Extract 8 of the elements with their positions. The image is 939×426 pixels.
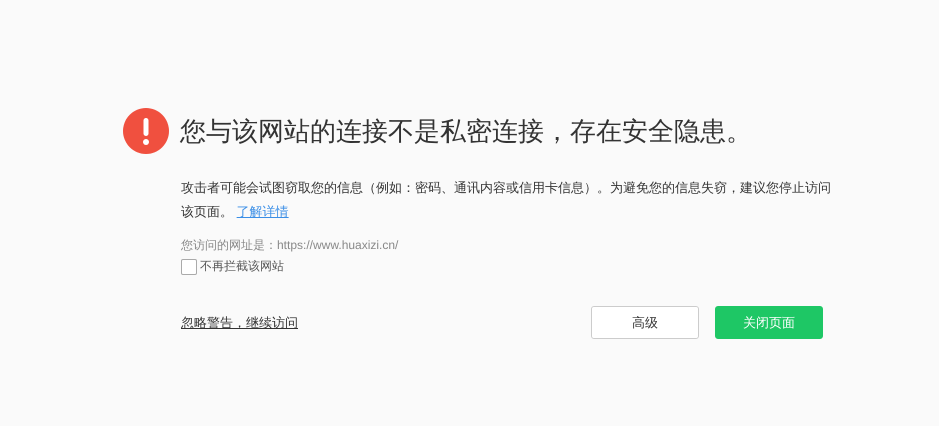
warning-title: 您与该网站的连接不是私密连接，存在安全隐患。 [180,114,752,148]
warning-description: 攻击者可能会试图窃取您的信息（例如：密码、通讯内容或信用卡信息）。为避免您的信息失窃，建议您停止访问该页面。 了解详情 [181,179,831,221]
proceed-link[interactable]: 忽略警告，继续访问 [181,314,298,332]
dont-block-checkbox[interactable] [181,258,197,274]
advanced-button[interactable]: 高级 [591,306,699,339]
warning-icon [123,108,169,154]
dont-block-label: 不再拦截该网站 [200,258,284,275]
visited-url: 您访问的网址是：https://www.huaxizi.cn/ [181,237,400,254]
